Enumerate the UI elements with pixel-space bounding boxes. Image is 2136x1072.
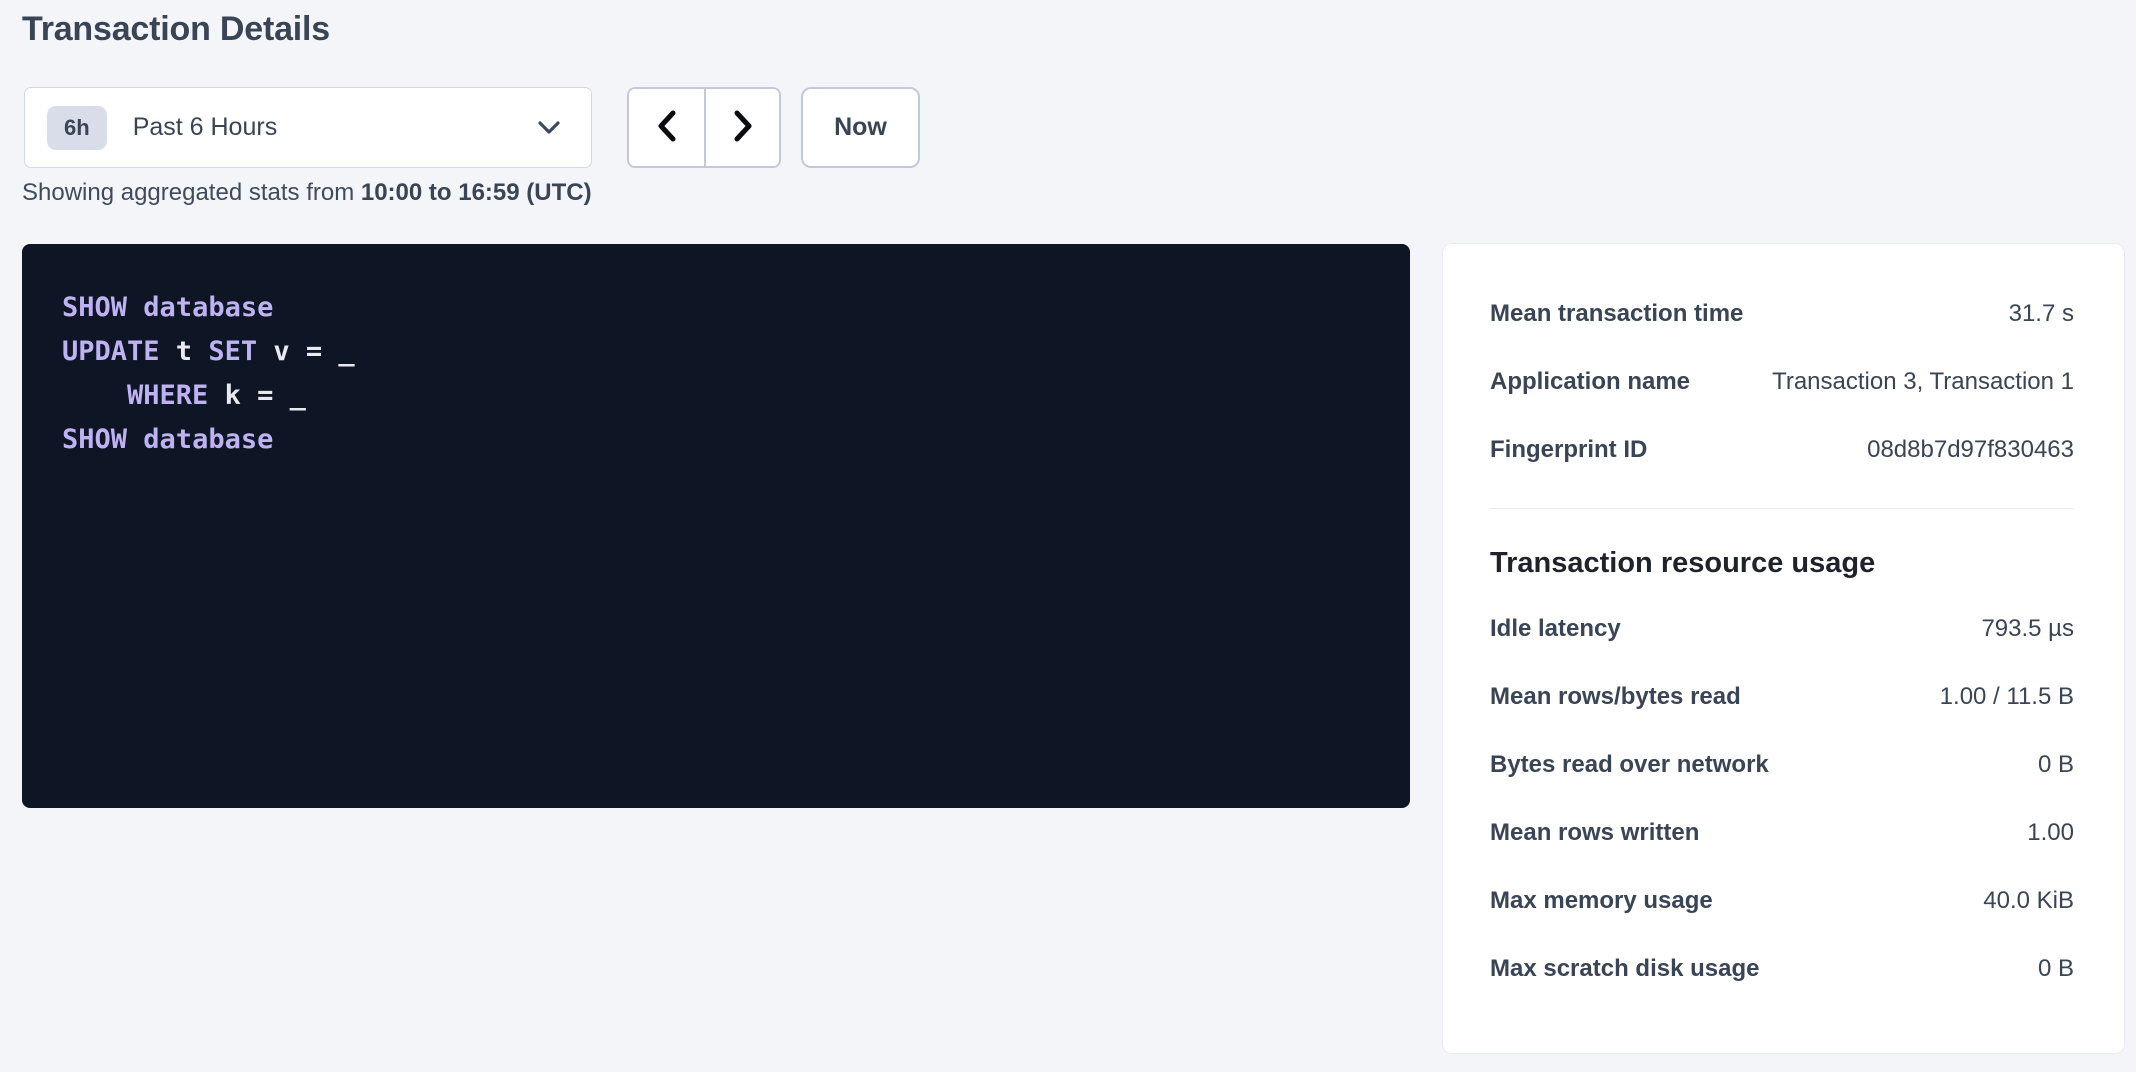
chevron-left-icon <box>656 109 678 146</box>
summary-row: Mean rows/bytes read 1.00 / 11.5 B <box>1490 663 2074 731</box>
resource-usage-heading: Transaction resource usage <box>1490 545 2074 581</box>
summary-row-value: 08d8b7d97f830463 <box>1867 436 2074 464</box>
summary-row: Idle latency 793.5 µs <box>1490 595 2074 663</box>
summary-row-label: Mean rows written <box>1490 819 1699 847</box>
sql-keyword: database <box>143 424 273 455</box>
summary-row-label: Fingerprint ID <box>1490 436 1647 464</box>
sql-keyword: WHERE <box>127 380 208 411</box>
summary-row-label: Max memory usage <box>1490 887 1713 915</box>
aggregation-range-subtitle: Showing aggregated stats from 10:00 to 1… <box>22 178 592 208</box>
now-button[interactable]: Now <box>801 87 920 168</box>
sql-text <box>62 380 127 411</box>
summary-row-label: Max scratch disk usage <box>1490 955 1759 983</box>
next-time-range-button[interactable] <box>704 89 779 166</box>
sql-keyword: SHOW <box>62 292 127 323</box>
sql-line: SHOW database <box>62 286 1370 330</box>
sql-line: WHERE k = _ <box>62 374 1370 418</box>
summary-row-label: Mean transaction time <box>1490 300 1743 328</box>
chevron-down-icon <box>537 120 561 135</box>
chevron-right-icon <box>732 109 754 146</box>
summary-row: Bytes read over network 0 B <box>1490 731 2074 799</box>
time-range-dropdown[interactable]: 6h Past 6 Hours <box>24 87 592 168</box>
sql-keyword: SHOW <box>62 424 127 455</box>
sql-keyword: UPDATE <box>62 336 160 367</box>
summary-row: Max scratch disk usage 0 B <box>1490 935 2074 1003</box>
content-row: SHOW databaseUPDATE t SET v = _ WHERE k … <box>22 244 2124 1053</box>
subtitle-prefix: Showing aggregated stats from <box>22 179 361 206</box>
sql-line: SHOW database <box>62 418 1370 462</box>
summary-row-value: 793.5 µs <box>1981 615 2074 643</box>
summary-row: Max memory usage 40.0 KiB <box>1490 867 2074 935</box>
summary-row-value: 31.7 s <box>2009 300 2074 328</box>
transaction-details-page: Transaction Details 6h Past 6 Hours <box>0 0 2136 1072</box>
sql-keyword: database <box>143 292 273 323</box>
transaction-summary-card: Mean transaction time 31.7 s Application n… <box>1443 244 2124 1053</box>
summary-row-label: Application name <box>1490 368 1690 396</box>
summary-row-value: 0 B <box>2038 955 2074 983</box>
summary-row-value: 1.00 / 11.5 B <box>1940 683 2074 711</box>
summary-row-label: Mean rows/bytes read <box>1490 683 1741 711</box>
card-divider <box>1490 508 2074 509</box>
previous-time-range-button[interactable] <box>629 89 704 166</box>
summary-row-label: Idle latency <box>1490 615 1621 643</box>
time-picker-controls: 6h Past 6 Hours <box>24 87 920 168</box>
summary-row: Application name Transaction 3, Transacti… <box>1490 348 2074 416</box>
summary-row-value: 1.00 <box>2027 819 2074 847</box>
summary-row: Fingerprint ID 08d8b7d97f830463 <box>1490 416 2074 484</box>
sql-keyword: SET <box>208 336 257 367</box>
summary-row-value: Transaction 3, Transaction 1 <box>1772 368 2074 396</box>
time-step-button-group <box>627 87 781 168</box>
sql-text: k = _ <box>208 380 306 411</box>
summary-row-value: 40.0 KiB <box>1983 887 2074 915</box>
summary-rows: Mean transaction time 31.7 s Application n… <box>1490 280 2074 484</box>
time-range-label: Past 6 Hours <box>133 113 278 142</box>
sql-line: UPDATE t SET v = _ <box>62 330 1370 374</box>
sql-statement-box: SHOW databaseUPDATE t SET v = _ WHERE k … <box>22 244 1410 808</box>
sql-text: t <box>160 336 209 367</box>
page-title: Transaction Details <box>22 10 330 49</box>
sql-text: v = _ <box>257 336 355 367</box>
sql-text <box>127 292 143 323</box>
summary-row: Mean transaction time 31.7 s <box>1490 280 2074 348</box>
summary-row-label: Bytes read over network <box>1490 751 1769 779</box>
time-range-badge: 6h <box>47 106 107 150</box>
summary-row-value: 0 B <box>2038 751 2074 779</box>
sql-text <box>127 424 143 455</box>
summary-row: Mean rows written 1.00 <box>1490 799 2074 867</box>
subtitle-range: 10:00 to 16:59 (UTC) <box>361 179 592 206</box>
resource-usage-rows: Idle latency 793.5 µs Mean rows/bytes read… <box>1490 595 2074 1003</box>
